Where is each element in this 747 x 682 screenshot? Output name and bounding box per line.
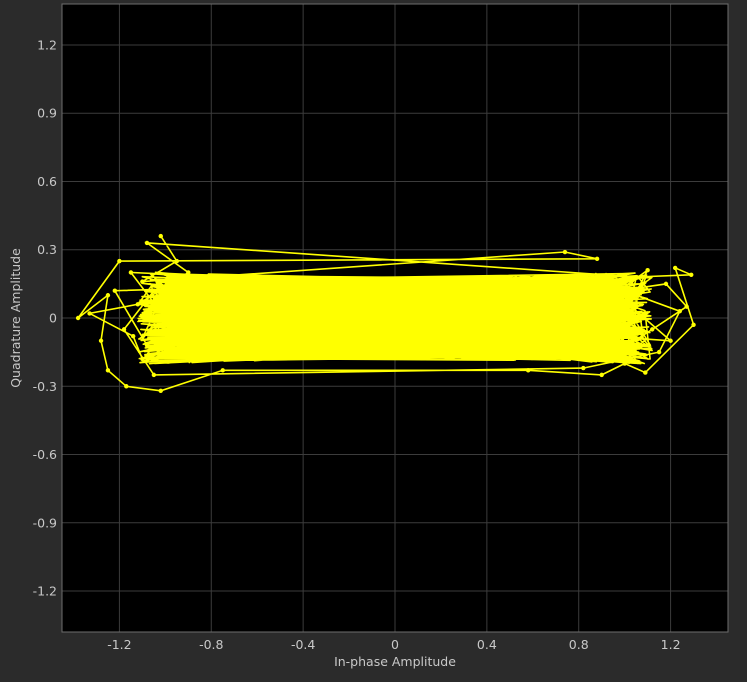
data-point <box>663 281 669 287</box>
data-point <box>98 338 104 343</box>
x-axis-label: In-phase Amplitude <box>334 654 456 669</box>
data-point <box>617 288 623 293</box>
data-point <box>135 302 140 307</box>
data-point <box>144 240 150 246</box>
y-tick-label: 0 <box>49 311 57 326</box>
data-point <box>633 274 639 280</box>
y-tick-label: -1.2 <box>33 584 57 599</box>
x-tick-label: -0.8 <box>199 637 223 652</box>
data-point <box>112 288 118 293</box>
data-point <box>130 334 136 339</box>
data-point <box>581 365 586 371</box>
data-point <box>668 338 673 343</box>
data-point <box>144 343 150 348</box>
data-point <box>117 258 122 264</box>
data-point <box>220 368 225 373</box>
data-point <box>87 311 92 316</box>
data-point <box>610 334 616 339</box>
data-point <box>677 308 682 314</box>
x-tick-label: 0.4 <box>477 637 497 652</box>
x-tick-label: -0.4 <box>291 637 315 652</box>
y-tick-label: 1.2 <box>37 37 57 52</box>
data-point <box>562 249 568 255</box>
data-point <box>594 256 600 262</box>
data-point <box>672 265 678 271</box>
data-point <box>622 361 627 366</box>
data-point <box>105 368 111 373</box>
data-point <box>643 370 648 375</box>
data-point <box>158 233 163 239</box>
data-point <box>174 304 180 309</box>
data-point <box>650 327 655 332</box>
data-point <box>174 258 180 264</box>
data-point <box>124 384 129 389</box>
y-tick-label: 0.9 <box>37 106 57 121</box>
data-point <box>645 268 650 273</box>
data-point <box>128 270 134 275</box>
y-tick-label: -0.6 <box>33 447 57 462</box>
data-point <box>151 372 157 378</box>
data-point <box>594 274 600 280</box>
data-point <box>656 349 662 355</box>
y-tick-label: -0.3 <box>33 379 57 394</box>
data-point <box>75 315 81 321</box>
data-point <box>689 272 694 277</box>
data-point <box>167 347 173 353</box>
data-point <box>105 293 111 298</box>
data-point <box>186 270 191 275</box>
x-tick-label: 0 <box>391 637 399 652</box>
y-tick-label: 0.6 <box>37 174 57 189</box>
data-point <box>151 288 157 293</box>
data-point <box>526 368 531 373</box>
data-point <box>158 388 163 394</box>
y-tick-label: 0.3 <box>37 242 57 257</box>
x-tick-label: 0.8 <box>569 637 589 652</box>
data-point <box>604 297 609 302</box>
x-tick-label: -1.2 <box>107 637 131 652</box>
y-axis-label: Quadrature Amplitude <box>8 248 23 388</box>
data-point <box>684 304 689 309</box>
data-point <box>599 372 604 378</box>
data-point <box>610 352 616 357</box>
data-point <box>121 327 127 332</box>
data-point <box>140 279 145 284</box>
data-point <box>163 315 168 321</box>
data-point <box>633 293 639 298</box>
y-tick-label: -0.9 <box>33 515 57 530</box>
data-point <box>140 356 145 362</box>
x-tick-label: 1.2 <box>661 637 681 652</box>
constellation-chart: -1.2 -0.8 -0.4 0 0.4 0.8 1.2 1.2 0.9 0.6 0.3 0 -0.3 -… <box>0 0 747 678</box>
data-point <box>691 322 696 328</box>
chart-svg: -1.2 -0.8 -0.4 0 0.4 0.8 1.2 1.2 0.9 0.6 0.3 0 -0.3 -… <box>8 3 729 669</box>
